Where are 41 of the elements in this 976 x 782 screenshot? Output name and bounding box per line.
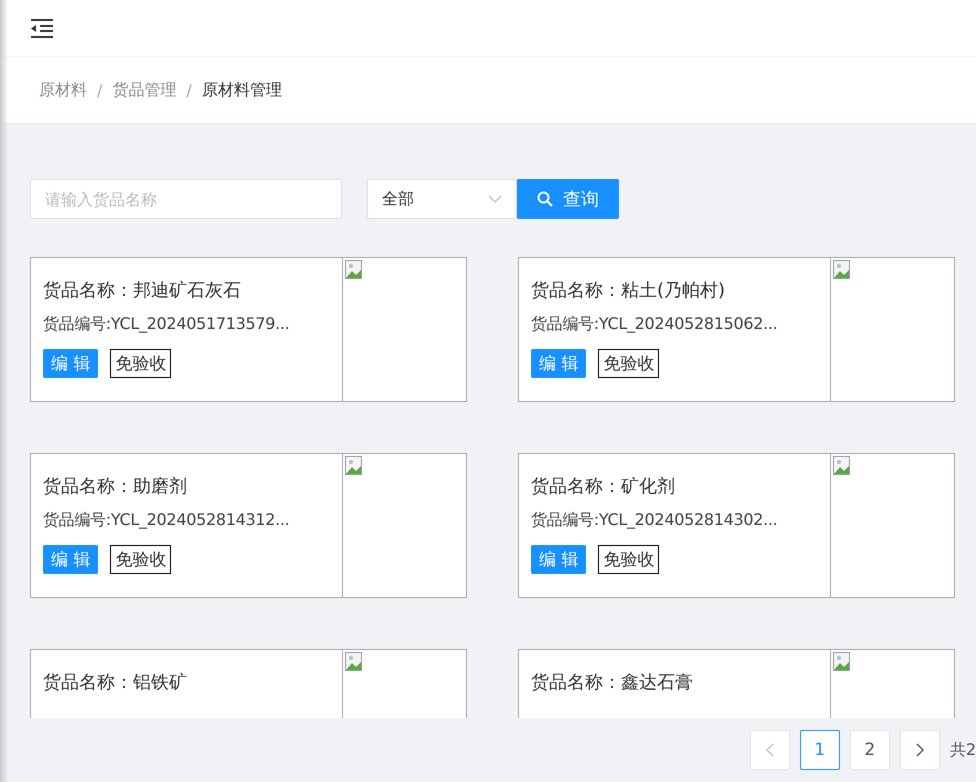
page-total: 共2 [950,740,976,760]
broken-image-icon [345,652,365,672]
exempt-button[interactable]: 免验收 [110,545,172,574]
goods-name: 货品名称：助磨剂 [43,475,188,498]
edit-button[interactable]: 编 辑 [531,545,586,574]
broken-image-icon [833,260,853,280]
breadcrumb-separator: / [186,80,192,100]
exempt-button[interactable]: 免验收 [598,349,660,378]
category-select[interactable]: 全部 [367,179,517,219]
page-button[interactable]: 1 [800,730,840,770]
chevron-right-icon [916,743,924,757]
chevron-down-icon [488,195,502,203]
menu-fold-icon[interactable] [29,18,53,38]
goods-name: 货品名称：粘土(乃帕村) [531,279,726,302]
goods-code: 货品编号:YCL_2024052814302... [531,510,778,531]
breadcrumb-item[interactable]: 原材料 [39,80,87,100]
edit-button[interactable]: 编 辑 [43,349,98,378]
next-page-button[interactable] [900,730,940,770]
goods-code: 货品编号:YCL_2024052814312... [43,510,290,531]
breadcrumb-separator: / [97,80,102,100]
goods-name: 货品名称：邦迪矿石灰石 [43,279,242,302]
breadcrumb-item: 原材料管理 [202,80,282,100]
exempt-button[interactable]: 免验收 [598,545,660,574]
search-icon [537,191,553,207]
broken-image-icon [833,652,853,672]
goods-name: 货品名称：矿化剂 [531,475,676,498]
goods-name: 货品名称：铝铁矿 [43,671,188,694]
edit-button[interactable]: 编 辑 [43,545,98,574]
chevron-left-icon [766,743,774,757]
page-button[interactable]: 2 [850,730,890,770]
exempt-button[interactable]: 免验收 [110,349,172,378]
goods-name: 货品名称：鑫达石膏 [531,671,694,694]
goods-code: 货品编号:YCL_2024052815062... [531,314,778,335]
edit-button[interactable]: 编 辑 [531,349,586,378]
search-field[interactable]: 请输入货品名称 [30,179,342,219]
goods-code: 货品编号:YCL_2024051713579... [43,314,290,335]
broken-image-icon [345,260,365,280]
broken-image-icon [833,456,853,476]
breadcrumb-item[interactable]: 货品管理 [112,80,176,100]
query-button[interactable]: 查询 [517,179,619,219]
broken-image-icon [345,456,365,476]
